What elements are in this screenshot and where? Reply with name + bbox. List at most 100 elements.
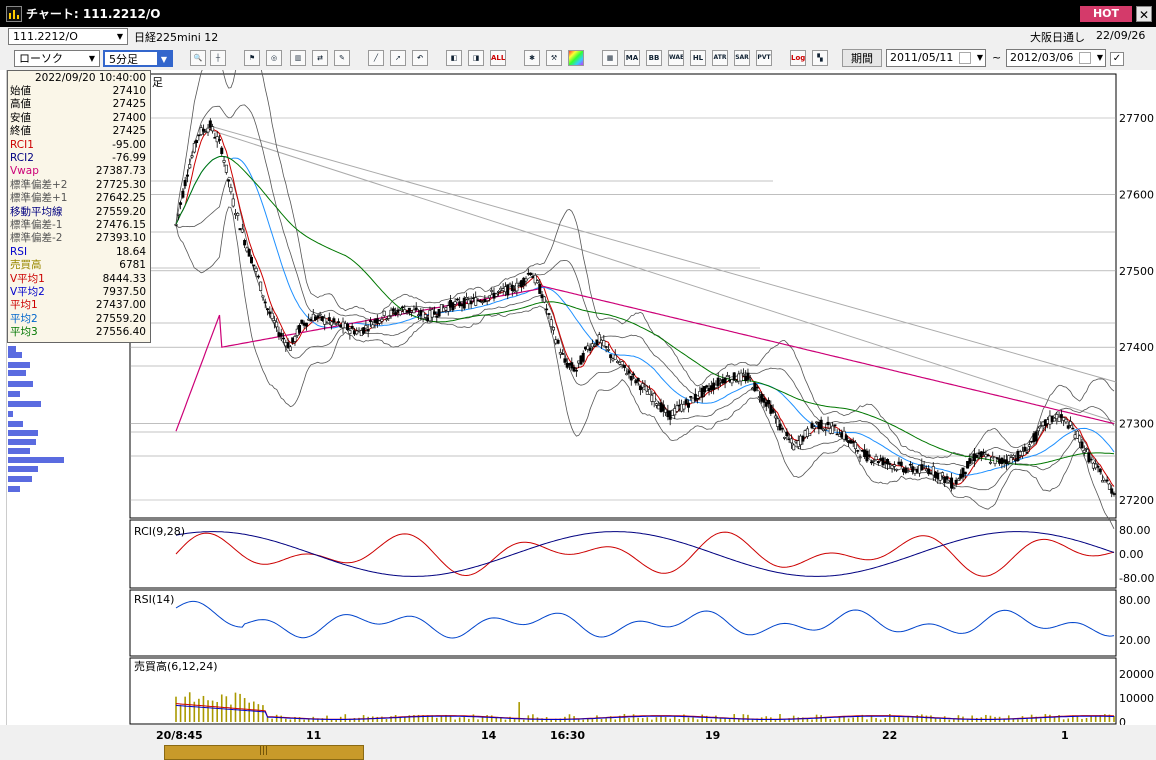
candle-body <box>298 325 302 333</box>
bb-icon[interactable]: BB <box>646 50 662 66</box>
cursor-icon[interactable]: ➚ <box>390 50 406 66</box>
atr-icon[interactable]: ATR <box>712 50 728 66</box>
bollinger-band <box>175 70 1115 459</box>
candle-right-icon[interactable]: ◨ <box>468 50 484 66</box>
candle-body <box>453 301 457 305</box>
rsi-tick-label: 80.00 <box>1119 594 1151 607</box>
date-from-field[interactable]: 2011/05/11 ▼ <box>886 49 986 67</box>
calendar-icon[interactable] <box>1079 52 1091 64</box>
ohlc-icon[interactable]: ▦ <box>602 50 618 66</box>
data-row-value: 27476.15 <box>95 219 146 231</box>
tools-icon[interactable]: ✱ <box>524 50 540 66</box>
candle-body <box>487 295 491 299</box>
symbol-select[interactable]: 111.2212/O ▼ <box>8 28 128 45</box>
pvt-icon[interactable]: PVT <box>756 50 772 66</box>
candle-body <box>1071 427 1075 430</box>
candle-body <box>455 298 459 301</box>
candle-body <box>462 297 466 309</box>
volume-profile-bar <box>8 421 23 427</box>
chevron-down-icon[interactable]: ▼ <box>977 50 983 66</box>
data-row: 移動平均線 27559.20 <box>8 206 150 219</box>
undo-icon[interactable]: ↶ <box>412 50 428 66</box>
hot-button[interactable]: HOT <box>1080 6 1132 22</box>
hl-icon[interactable]: HL <box>690 50 706 66</box>
trendline-icon[interactable]: ╱ <box>368 50 384 66</box>
compare-icon[interactable]: ⇄ <box>312 50 328 66</box>
chevron-down-icon[interactable]: ▼ <box>1097 50 1103 66</box>
data-window: 2022/09/20 10:40:00 始値 27410 高値 27425 安値 2740… <box>7 70 151 343</box>
sub-panels <box>175 531 1115 722</box>
candle-body <box>334 323 338 325</box>
chart-type-select[interactable]: ローソク ▼ <box>14 50 100 67</box>
ma-icon[interactable]: MA <box>624 50 640 66</box>
zoom-icon[interactable]: 🔍 <box>190 50 206 66</box>
time-scrollbar-thumb[interactable]: ||| <box>164 745 364 760</box>
candle-left-icon[interactable]: ◧ <box>446 50 462 66</box>
candle-body <box>256 275 260 278</box>
candle-body <box>181 190 185 198</box>
search-doc-icon[interactable]: ◎ <box>266 50 282 66</box>
data-row-value: 27559.20 <box>95 312 146 325</box>
candle-body <box>227 179 231 182</box>
chevron-down-icon: ▼ <box>116 32 124 41</box>
candle-body <box>380 318 384 322</box>
candle-body <box>224 164 228 173</box>
split-icon[interactable]: ▚ <box>812 50 828 66</box>
data-row-value: 27559.20 <box>95 205 146 218</box>
volume-tick-label: 0 <box>1119 716 1126 725</box>
candle-body <box>858 456 862 459</box>
date-from-value: 2011/05/11 <box>890 51 954 64</box>
candle-body <box>465 297 469 300</box>
calendar-icon[interactable] <box>959 52 971 64</box>
stamp-icon[interactable]: ⚑ <box>244 50 260 66</box>
candles <box>174 118 1116 498</box>
data-row-value: -95.00 <box>112 138 146 151</box>
volume-profile-bar <box>8 352 22 358</box>
all-icon[interactable]: ALL <box>490 50 506 66</box>
candle-body <box>1011 455 1015 458</box>
volume-profile-bar <box>8 381 33 387</box>
chart-type-value: ローソク <box>19 52 63 65</box>
period-button[interactable]: 期間 <box>842 49 882 67</box>
rci-tick-label: -80.00 <box>1119 572 1154 585</box>
palette-icon[interactable] <box>568 50 584 66</box>
chart-panel[interactable]: 27700 27600 27500 27400 27300 27200 80.00 0.00 -… <box>0 70 1156 725</box>
close-icon[interactable]: ✕ <box>1136 6 1152 22</box>
log-icon[interactable]: Log <box>790 50 806 66</box>
data-row-label: RCI1 <box>10 138 34 151</box>
data-row: 終値 27425 <box>8 125 150 138</box>
candle-body <box>348 330 352 334</box>
wae-icon[interactable]: WAE <box>668 50 684 66</box>
volume-profile-bar <box>8 448 30 454</box>
candle-body <box>192 143 196 153</box>
data-row-label: 平均3 <box>10 326 38 339</box>
candle-body <box>254 267 258 272</box>
sar-icon[interactable]: SAR <box>734 50 750 66</box>
candle-body <box>494 293 498 297</box>
bar-chart-icon[interactable]: ▥ <box>290 50 306 66</box>
candle-body <box>368 320 372 322</box>
candle-body <box>304 322 308 327</box>
candle-body <box>867 454 871 457</box>
crosshair-icon[interactable]: ┼ <box>210 50 226 66</box>
interval-select[interactable]: 5分足 ▼ <box>103 50 173 67</box>
candle-body <box>824 428 828 431</box>
data-row: 平均1 27437.00 <box>8 299 150 312</box>
date-to-field[interactable]: 2012/03/06 ▼ <box>1006 49 1106 67</box>
memo-icon[interactable]: ✎ <box>334 50 350 66</box>
candle-body <box>1105 479 1109 482</box>
left-strip <box>0 70 7 725</box>
candle-body <box>1066 425 1070 429</box>
candle-body <box>705 385 709 388</box>
candle-body <box>195 140 199 144</box>
volume-profile-bar <box>8 370 26 376</box>
candle-body <box>275 321 279 328</box>
data-row-label: 標準偏差+1 <box>10 192 68 205</box>
range-checkbox[interactable]: ✓ <box>1110 52 1124 66</box>
candle-body <box>259 281 263 291</box>
rsi-tick-label: 20.00 <box>1119 634 1151 647</box>
candle-body <box>391 308 395 312</box>
main-chart-label: 足 <box>152 76 163 89</box>
wrench-icon[interactable]: ⚒ <box>546 50 562 66</box>
trend-line <box>209 125 1117 383</box>
